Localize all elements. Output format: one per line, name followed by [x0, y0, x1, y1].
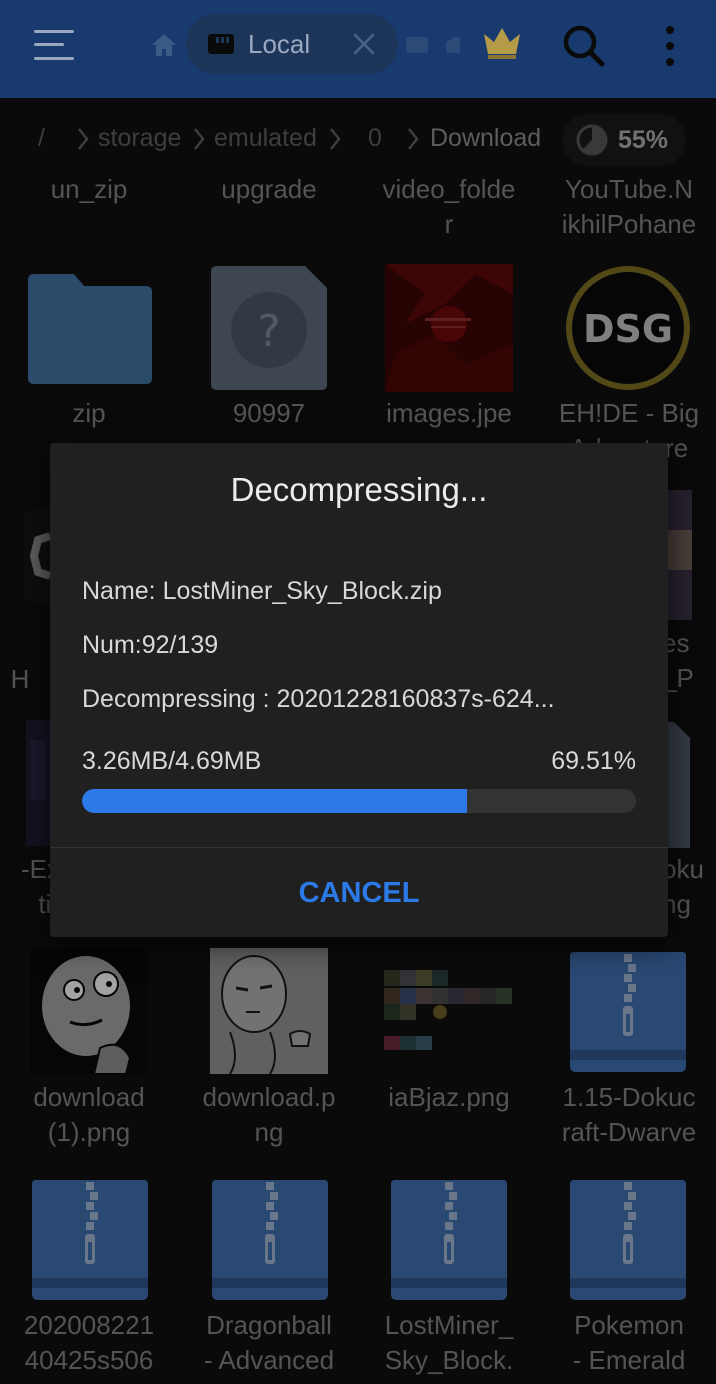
file-count: Num:92/139: [82, 631, 219, 659]
more-vertical-icon[interactable]: [658, 22, 682, 70]
image-thumbnail[interactable]: DSG: [564, 264, 692, 392]
percent-progress: 69.51%: [551, 747, 636, 775]
file-label[interactable]: zip: [0, 396, 178, 431]
progress-bar-fill: [82, 789, 468, 813]
breadcrumb-item-download[interactable]: Download: [430, 124, 541, 153]
cancel-button[interactable]: CANCEL: [50, 849, 668, 937]
close-icon[interactable]: [350, 30, 378, 58]
storage-usage-badge[interactable]: 55%: [562, 114, 686, 166]
file-label[interactable]: LostMiner_ Sky_Block.: [360, 1308, 538, 1378]
storage-percent: 55%: [618, 126, 669, 154]
breadcrumb-item-storage[interactable]: storage: [98, 124, 181, 153]
file-label[interactable]: video_folde r: [360, 172, 538, 242]
image-thumbnail[interactable]: [385, 264, 513, 392]
file-label[interactable]: iaBjaz.png: [360, 1080, 538, 1115]
breadcrumb-root[interactable]: /: [38, 124, 45, 153]
file-label[interactable]: oku ng: [662, 852, 716, 922]
folder-icon[interactable]: [26, 272, 154, 386]
image-thumbnail[interactable]: [210, 948, 328, 1074]
file-label[interactable]: 90997: [180, 396, 358, 431]
zip-file-icon[interactable]: [568, 1178, 688, 1302]
file-label[interactable]: un_zip: [0, 172, 178, 207]
image-thumbnail[interactable]: [384, 970, 514, 1054]
home-icon[interactable]: [150, 32, 178, 58]
zip-file-icon[interactable]: [389, 1178, 509, 1302]
tab-local[interactable]: Local: [186, 14, 398, 74]
file-label[interactable]: images.jpe: [360, 396, 538, 431]
chevron-right-icon: [408, 128, 419, 150]
image-thumbnail[interactable]: [30, 948, 148, 1074]
decompress-dialog: Decompressing... Name: LostMiner_Sky_Blo…: [50, 443, 668, 937]
file-label[interactable]: 1.15-Dokuc raft-Dwarve: [540, 1080, 716, 1150]
image-thumbnail[interactable]: [24, 506, 50, 606]
tab-icon[interactable]: [442, 34, 464, 56]
file-label[interactable]: Pokemon - Emerald: [540, 1308, 716, 1378]
file-label[interactable]: 202008221 40425s506: [0, 1308, 178, 1378]
file-label[interactable]: download (1).png: [0, 1080, 178, 1150]
sd-card-icon: [208, 34, 234, 54]
chevron-right-icon: [78, 128, 89, 150]
app-bar: Local: [0, 0, 716, 98]
image-thumbnail[interactable]: [26, 720, 50, 846]
current-file: Decompressing : 20201228160837s-624...: [82, 685, 555, 713]
svg-text:?: ?: [257, 306, 280, 357]
svg-text:DSG: DSG: [583, 307, 673, 351]
chevron-right-icon: [194, 128, 205, 150]
divider: [50, 847, 668, 848]
zip-file-icon[interactable]: [568, 950, 688, 1074]
file-label[interactable]: es _P: [662, 626, 716, 696]
unknown-file-icon[interactable]: ?: [209, 264, 329, 392]
zip-file-icon[interactable]: [210, 1178, 330, 1302]
image-thumbnail[interactable]: [668, 490, 692, 620]
breadcrumb-item-emulated[interactable]: emulated: [214, 124, 317, 153]
chevron-right-icon: [330, 128, 341, 150]
pie-chart-icon: [576, 124, 608, 156]
size-progress: 3.26MB/4.69MB: [82, 747, 262, 775]
breadcrumb-item-0[interactable]: 0: [368, 124, 382, 153]
search-icon[interactable]: [560, 22, 606, 68]
tab-local-label: Local: [248, 29, 311, 59]
file-label[interactable]: upgrade: [180, 172, 358, 207]
zip-file-icon[interactable]: [668, 722, 690, 848]
progress-bar: [82, 789, 636, 813]
file-label[interactable]: YouTube.N ikhilPohane: [540, 172, 716, 242]
menu-icon[interactable]: [34, 28, 76, 62]
tab-icon[interactable]: [404, 34, 430, 56]
zip-file-icon[interactable]: [30, 1178, 150, 1302]
archive-name: Name: LostMiner_Sky_Block.zip: [82, 577, 442, 605]
file-label[interactable]: Dragonball - Advanced: [180, 1308, 358, 1378]
crown-icon[interactable]: [480, 24, 524, 62]
file-label[interactable]: download.p ng: [180, 1080, 358, 1150]
dialog-title: Decompressing...: [230, 471, 488, 508]
